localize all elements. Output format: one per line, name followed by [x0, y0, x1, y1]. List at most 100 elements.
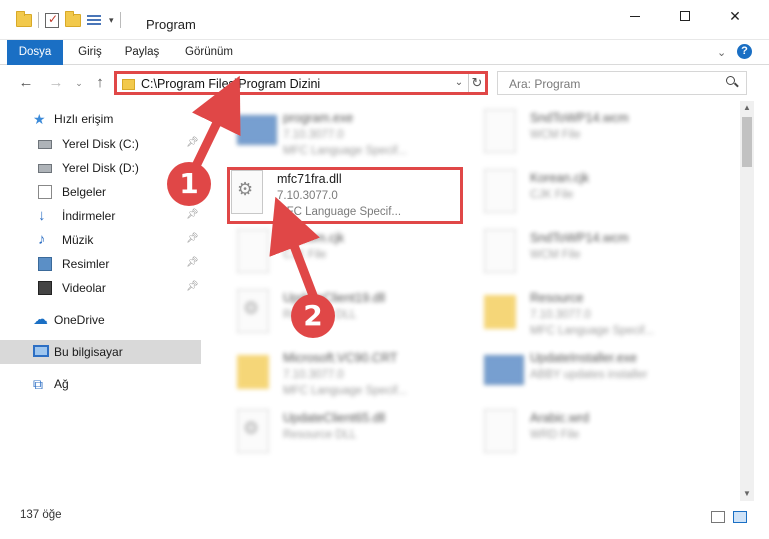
highlight-box — [227, 167, 463, 224]
file-name: UpdateClient65.dll — [283, 411, 386, 425]
large-icons-view-icon[interactable] — [733, 511, 747, 523]
back-arrow-icon[interactable]: ← — [17, 73, 35, 93]
minimize-button[interactable] — [612, 0, 658, 32]
file-description: MFC Language Specif... — [530, 325, 655, 337]
maximize-button[interactable] — [662, 0, 708, 32]
file-item[interactable]: SndToWP14.wcm WCM File — [460, 225, 700, 285]
search-input[interactable]: Ara: Program — [497, 71, 747, 95]
file-item[interactable]: SndToWP14.wcm WCM File — [460, 105, 700, 165]
computer-icon — [33, 345, 49, 357]
title-bar: ▾ Program ✕ — [0, 0, 769, 40]
sidebar-item-label: Bu bilgisayar — [54, 345, 123, 359]
new-folder-icon[interactable] — [65, 10, 81, 27]
sidebar-item-label: Ağ — [54, 377, 69, 391]
tab-view[interactable]: Görünüm — [182, 40, 236, 65]
sidebar-item-label: Yerel Disk (C:) — [62, 137, 139, 151]
step-1-badge: 1 — [167, 162, 211, 206]
file-name: Korean.cjk — [530, 171, 590, 185]
pictures-icon — [38, 257, 52, 271]
quick-access-toolbar: ▾ — [16, 10, 121, 28]
address-dropdown-chevron-icon[interactable]: ⌄ — [452, 76, 466, 90]
file-item[interactable]: Microsoft.VC90.CRT 7.10.3077.0 MFC Langu… — [213, 345, 453, 405]
file-type: WCM File — [530, 249, 581, 261]
file-icon — [484, 169, 516, 213]
properties-check-icon[interactable] — [45, 12, 59, 28]
sidebar-item-this-pc[interactable]: Bu bilgisayar — [0, 340, 201, 364]
tab-file[interactable]: Dosya — [7, 40, 63, 65]
file-item[interactable]: Arabic.wrd WRD File — [460, 405, 700, 465]
sidebar-item-label: Videolar — [62, 281, 106, 295]
gear-file-icon — [237, 289, 269, 333]
sidebar-item-local-disk-c[interactable]: Yerel Disk (C:) 📌︎ — [0, 132, 201, 156]
file-item[interactable]: UpdateInstaller.exe ABBY updates install… — [460, 345, 700, 405]
scrollbar-thumb[interactable] — [742, 117, 752, 167]
toolbar-separator — [119, 12, 121, 28]
status-bar: 137 öğe — [0, 504, 769, 539]
disk-icon — [38, 140, 52, 149]
address-bar[interactable]: C:\Program Files\Program Dizini ⌄ ↻ — [114, 71, 488, 95]
pin-icon: 📌︎ — [186, 209, 199, 220]
file-type: WRD File — [530, 429, 580, 441]
sidebar-item-quick-access[interactable]: ★ Hızlı erişim — [0, 107, 201, 131]
up-arrow-icon[interactable]: ↑ — [91, 73, 109, 93]
app-icon — [484, 355, 524, 385]
sidebar-item-downloads[interactable]: ↓ İndirmeler 📌︎ — [0, 204, 201, 228]
file-icon — [237, 229, 269, 273]
file-description: MFC Language Specif... — [283, 145, 408, 157]
help-icon[interactable]: ? — [737, 44, 752, 59]
sidebar-item-videos[interactable]: Videolar 📌︎ — [0, 276, 201, 300]
file-description: ABBY updates installer — [530, 369, 648, 381]
sidebar-item-label: İndirmeler — [62, 209, 116, 223]
sidebar-item-label: Yerel Disk (D:) — [62, 161, 139, 175]
sidebar-item-music[interactable]: ♪ Müzik 📌︎ — [0, 228, 201, 252]
sidebar-item-label: Resimler — [62, 257, 110, 271]
close-button[interactable]: ✕ — [712, 0, 758, 32]
download-icon: ↓ — [38, 207, 46, 224]
search-icon[interactable] — [726, 76, 739, 88]
file-name: SndToWP14.wcm — [530, 231, 629, 245]
vertical-scrollbar[interactable]: ▲ ▼ — [740, 101, 754, 501]
toolbar-separator — [38, 12, 39, 28]
pin-icon: 📌︎ — [186, 257, 199, 268]
tab-share[interactable]: Paylaş — [124, 40, 160, 65]
sidebar-item-label: Hızlı erişim — [54, 112, 114, 126]
folder-icon — [16, 10, 32, 27]
file-version: 7.10.3077.0 — [283, 129, 344, 141]
star-icon: ★ — [33, 111, 46, 127]
pin-icon: 📌︎ — [186, 281, 199, 292]
sidebar-item-label: Müzik — [62, 233, 94, 247]
file-item[interactable]: UpdateClient65.dll Resource DLL — [213, 405, 453, 465]
file-name: Resource — [530, 291, 584, 305]
file-item[interactable]: program.exe 7.10.3077.0 MFC Language Spe… — [213, 105, 453, 165]
sidebar-item-label: Belgeler — [62, 185, 107, 199]
file-list: program.exe 7.10.3077.0 MFC Language Spe… — [205, 101, 739, 501]
file-item[interactable]: Resource 7.10.3077.0 MFC Language Specif… — [460, 285, 700, 345]
window-title: Program — [146, 17, 196, 32]
view-options-icon[interactable] — [87, 13, 103, 27]
file-name: SndToWP14.wcm — [530, 111, 629, 125]
scroll-up-arrow-icon[interactable]: ▲ — [740, 101, 754, 115]
file-item[interactable]: Korean.cjk CJK File — [460, 165, 700, 225]
sidebar-item-pictures[interactable]: Resimler 📌︎ — [0, 252, 201, 276]
recent-locations-chevron-icon[interactable]: ⌄ — [70, 73, 88, 93]
expand-ribbon-chevron-icon[interactable]: ⌄ — [717, 46, 726, 59]
address-path[interactable]: C:\Program Files\Program Dizini — [141, 77, 320, 91]
scroll-down-arrow-icon[interactable]: ▼ — [740, 487, 754, 501]
file-name: Microsoft.VC90.CRT — [283, 351, 398, 365]
customize-toolbar-chevron-icon[interactable]: ▾ — [109, 15, 114, 26]
details-view-icon[interactable] — [711, 511, 725, 523]
maximize-icon — [680, 11, 690, 21]
folder-icon — [122, 79, 135, 90]
file-icon — [484, 109, 516, 153]
file-item[interactable]: Eptcom.cjk CJK File — [213, 225, 453, 285]
file-name: Eptcom.cjk — [283, 231, 345, 245]
file-type: WCM File — [530, 129, 581, 141]
refresh-icon[interactable]: ↻ — [469, 74, 485, 92]
file-version: 7.10.3077.0 — [283, 369, 344, 381]
sidebar-item-network[interactable]: ⧉ Ağ — [0, 372, 201, 396]
forward-arrow-icon[interactable]: → — [47, 73, 65, 93]
sidebar-item-onedrive[interactable]: ☁ OneDrive — [0, 308, 201, 332]
tab-home[interactable]: Giriş — [75, 40, 105, 65]
network-icon: ⧉ — [33, 376, 43, 392]
search-placeholder: Ara: Program — [509, 77, 581, 91]
